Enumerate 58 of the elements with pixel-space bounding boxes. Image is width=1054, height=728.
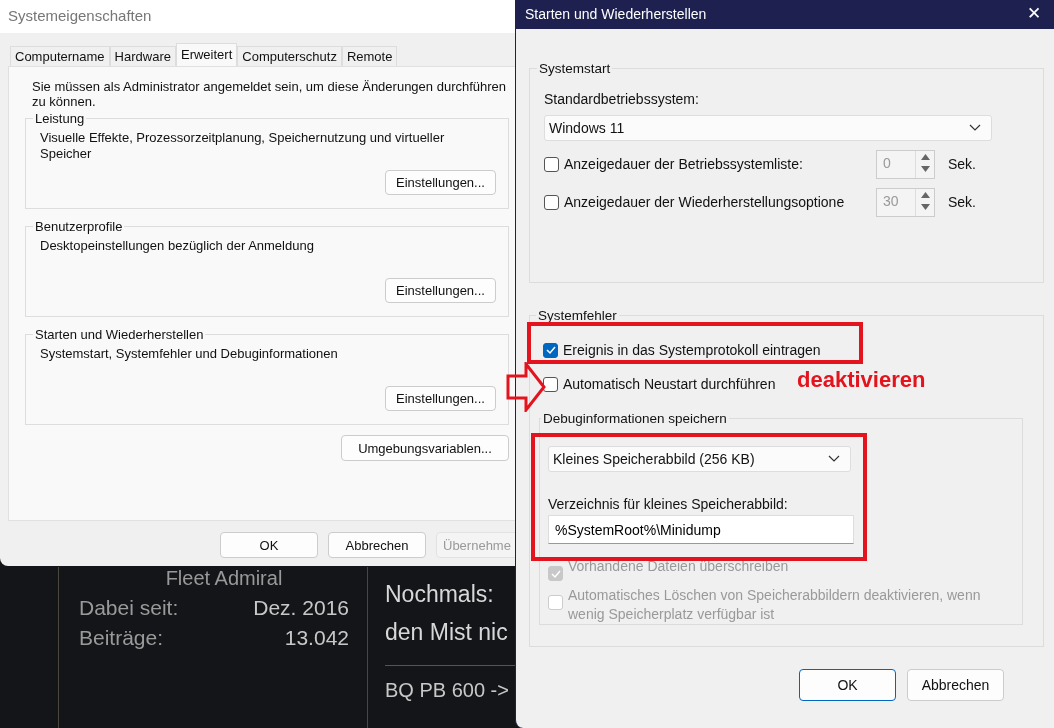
stat-value: 13.042 (284, 625, 349, 651)
checkbox[interactable] (544, 156, 559, 172)
field-label: Standardbetriebssystem: (544, 91, 700, 107)
group-description: Visuelle Effekte, Prozessorzeitplanung, Speichernutzung und virtueller Speicher (40, 129, 446, 163)
chevron-icon (828, 455, 840, 463)
group-title: Systemfehler (537, 308, 618, 323)
tab[interactable]: Remote (341, 46, 398, 66)
dump-type-dropdown[interactable]: Kleines Speicherabbild (256 KB) (548, 446, 851, 472)
post-text: BQ PB 600 -> (385, 678, 510, 703)
checkbox-label: Anzeigedauer der Wiederherstellungsoptione (564, 194, 846, 210)
group-title: Benutzerprofile (34, 219, 124, 234)
stat-label: Dabei seit: (79, 595, 179, 621)
group-description: Systemstart, Systemfehler und Debuginformationen (40, 345, 339, 363)
annotation-text: deaktivieren (797, 367, 926, 393)
chevron-icon (969, 124, 981, 132)
input-field[interactable]: %SystemRoot%\Minidump (548, 515, 854, 544)
dialog-button[interactable]: OK (220, 532, 318, 558)
close-button[interactable]: ✕ (1014, 0, 1054, 27)
checkbox-label: Automatisches Löschen von Speicherabbildern deaktivieren, wenn wenig Speicherplatz verfügbar ist (568, 586, 982, 624)
settings-button[interactable]: Einstellungen... (385, 170, 496, 195)
tab[interactable]: Computerschutz (237, 46, 342, 66)
down-arrow-icon[interactable] (920, 203, 930, 210)
unit-label: Sek. (948, 156, 976, 172)
down-arrow-icon[interactable] (920, 165, 930, 172)
checkbox-label: Automatisch Neustart durchführen (563, 376, 776, 392)
group-title: Systemstart (538, 61, 612, 76)
tab[interactable]: Hardware (109, 46, 176, 66)
stat-value: Dez. 2016 (253, 595, 349, 621)
unit-label: Sek. (948, 194, 976, 210)
member-rank: Fleet Admiral (164, 567, 284, 589)
checkbox[interactable] (544, 194, 559, 210)
tab[interactable]: Erweitert (175, 43, 238, 66)
post-text: den Mist nic (385, 618, 509, 647)
group-title: Debuginformationen speichern (542, 411, 728, 426)
group-description: Desktopeinstellungen bezüglich der Anmeldung (40, 237, 315, 255)
checkbox[interactable] (543, 376, 558, 392)
post-text: Nochmals: (385, 580, 495, 609)
environment-button[interactable]: Umgebungsvariablen... (341, 435, 509, 461)
group-title: Leistung (34, 111, 86, 126)
checkbox-label: Ereignis in das Systemprotokoll eintragen (563, 342, 821, 358)
notice-text: Sie müssen als Administrator angemeldet sein, um diese Änderungen durchführen zu können. (31, 79, 508, 109)
tab[interactable]: Computername (10, 46, 110, 66)
arrow-icon (506, 362, 548, 412)
checkbox-label: Vorhandene Dateien überschreiben (568, 557, 789, 576)
checkbox-label: Anzeigedauer der Betriebssystemliste: (564, 156, 804, 172)
up-arrow-icon[interactable] (920, 191, 930, 198)
checkbox[interactable] (543, 342, 558, 358)
up-arrow-icon[interactable] (920, 153, 930, 160)
os-dropdown[interactable]: Windows 11 (544, 115, 992, 141)
settings-button[interactable]: Einstellungen... (385, 278, 496, 303)
stat-label: Beiträge: (79, 625, 164, 651)
dialog-button[interactable]: OK (799, 669, 896, 701)
dialog-button[interactable]: Abbrechen (907, 669, 1004, 701)
group-title: Starten und Wiederherstellen (34, 327, 205, 342)
window-title: Starten und Wiederherstellen (525, 5, 707, 22)
field-label: Verzeichnis für kleines Speicherabbild: (548, 496, 789, 512)
settings-button[interactable]: Einstellungen... (385, 386, 496, 411)
dialog-button[interactable]: Abbrechen (328, 532, 426, 558)
